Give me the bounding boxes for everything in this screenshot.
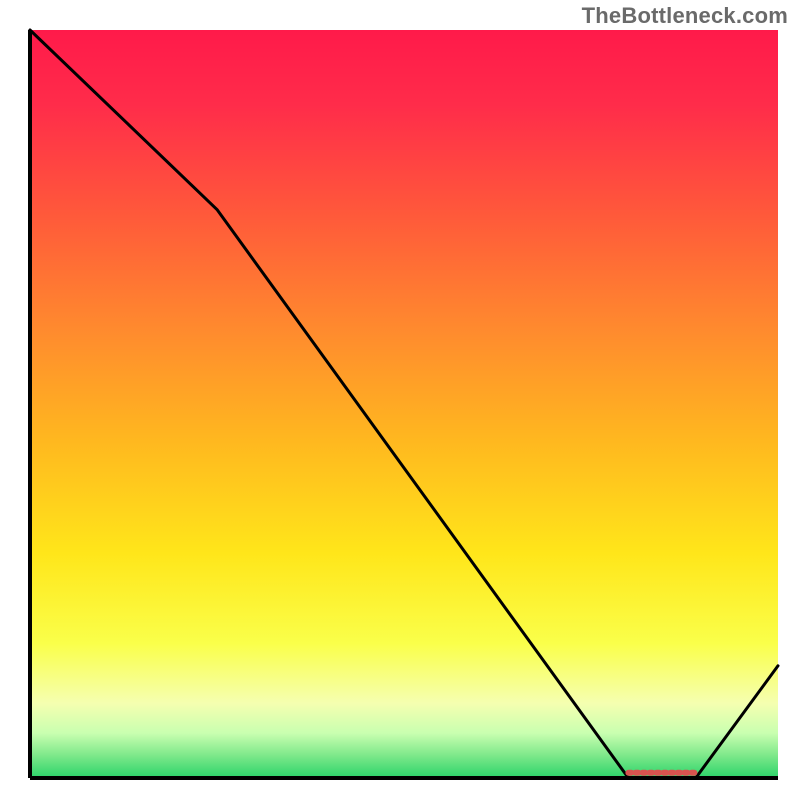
bottleneck-chart: [0, 0, 800, 800]
watermark-text: TheBottleneck.com: [582, 3, 788, 29]
plot-background: [30, 30, 778, 778]
chart-page: TheBottleneck.com: [0, 0, 800, 800]
